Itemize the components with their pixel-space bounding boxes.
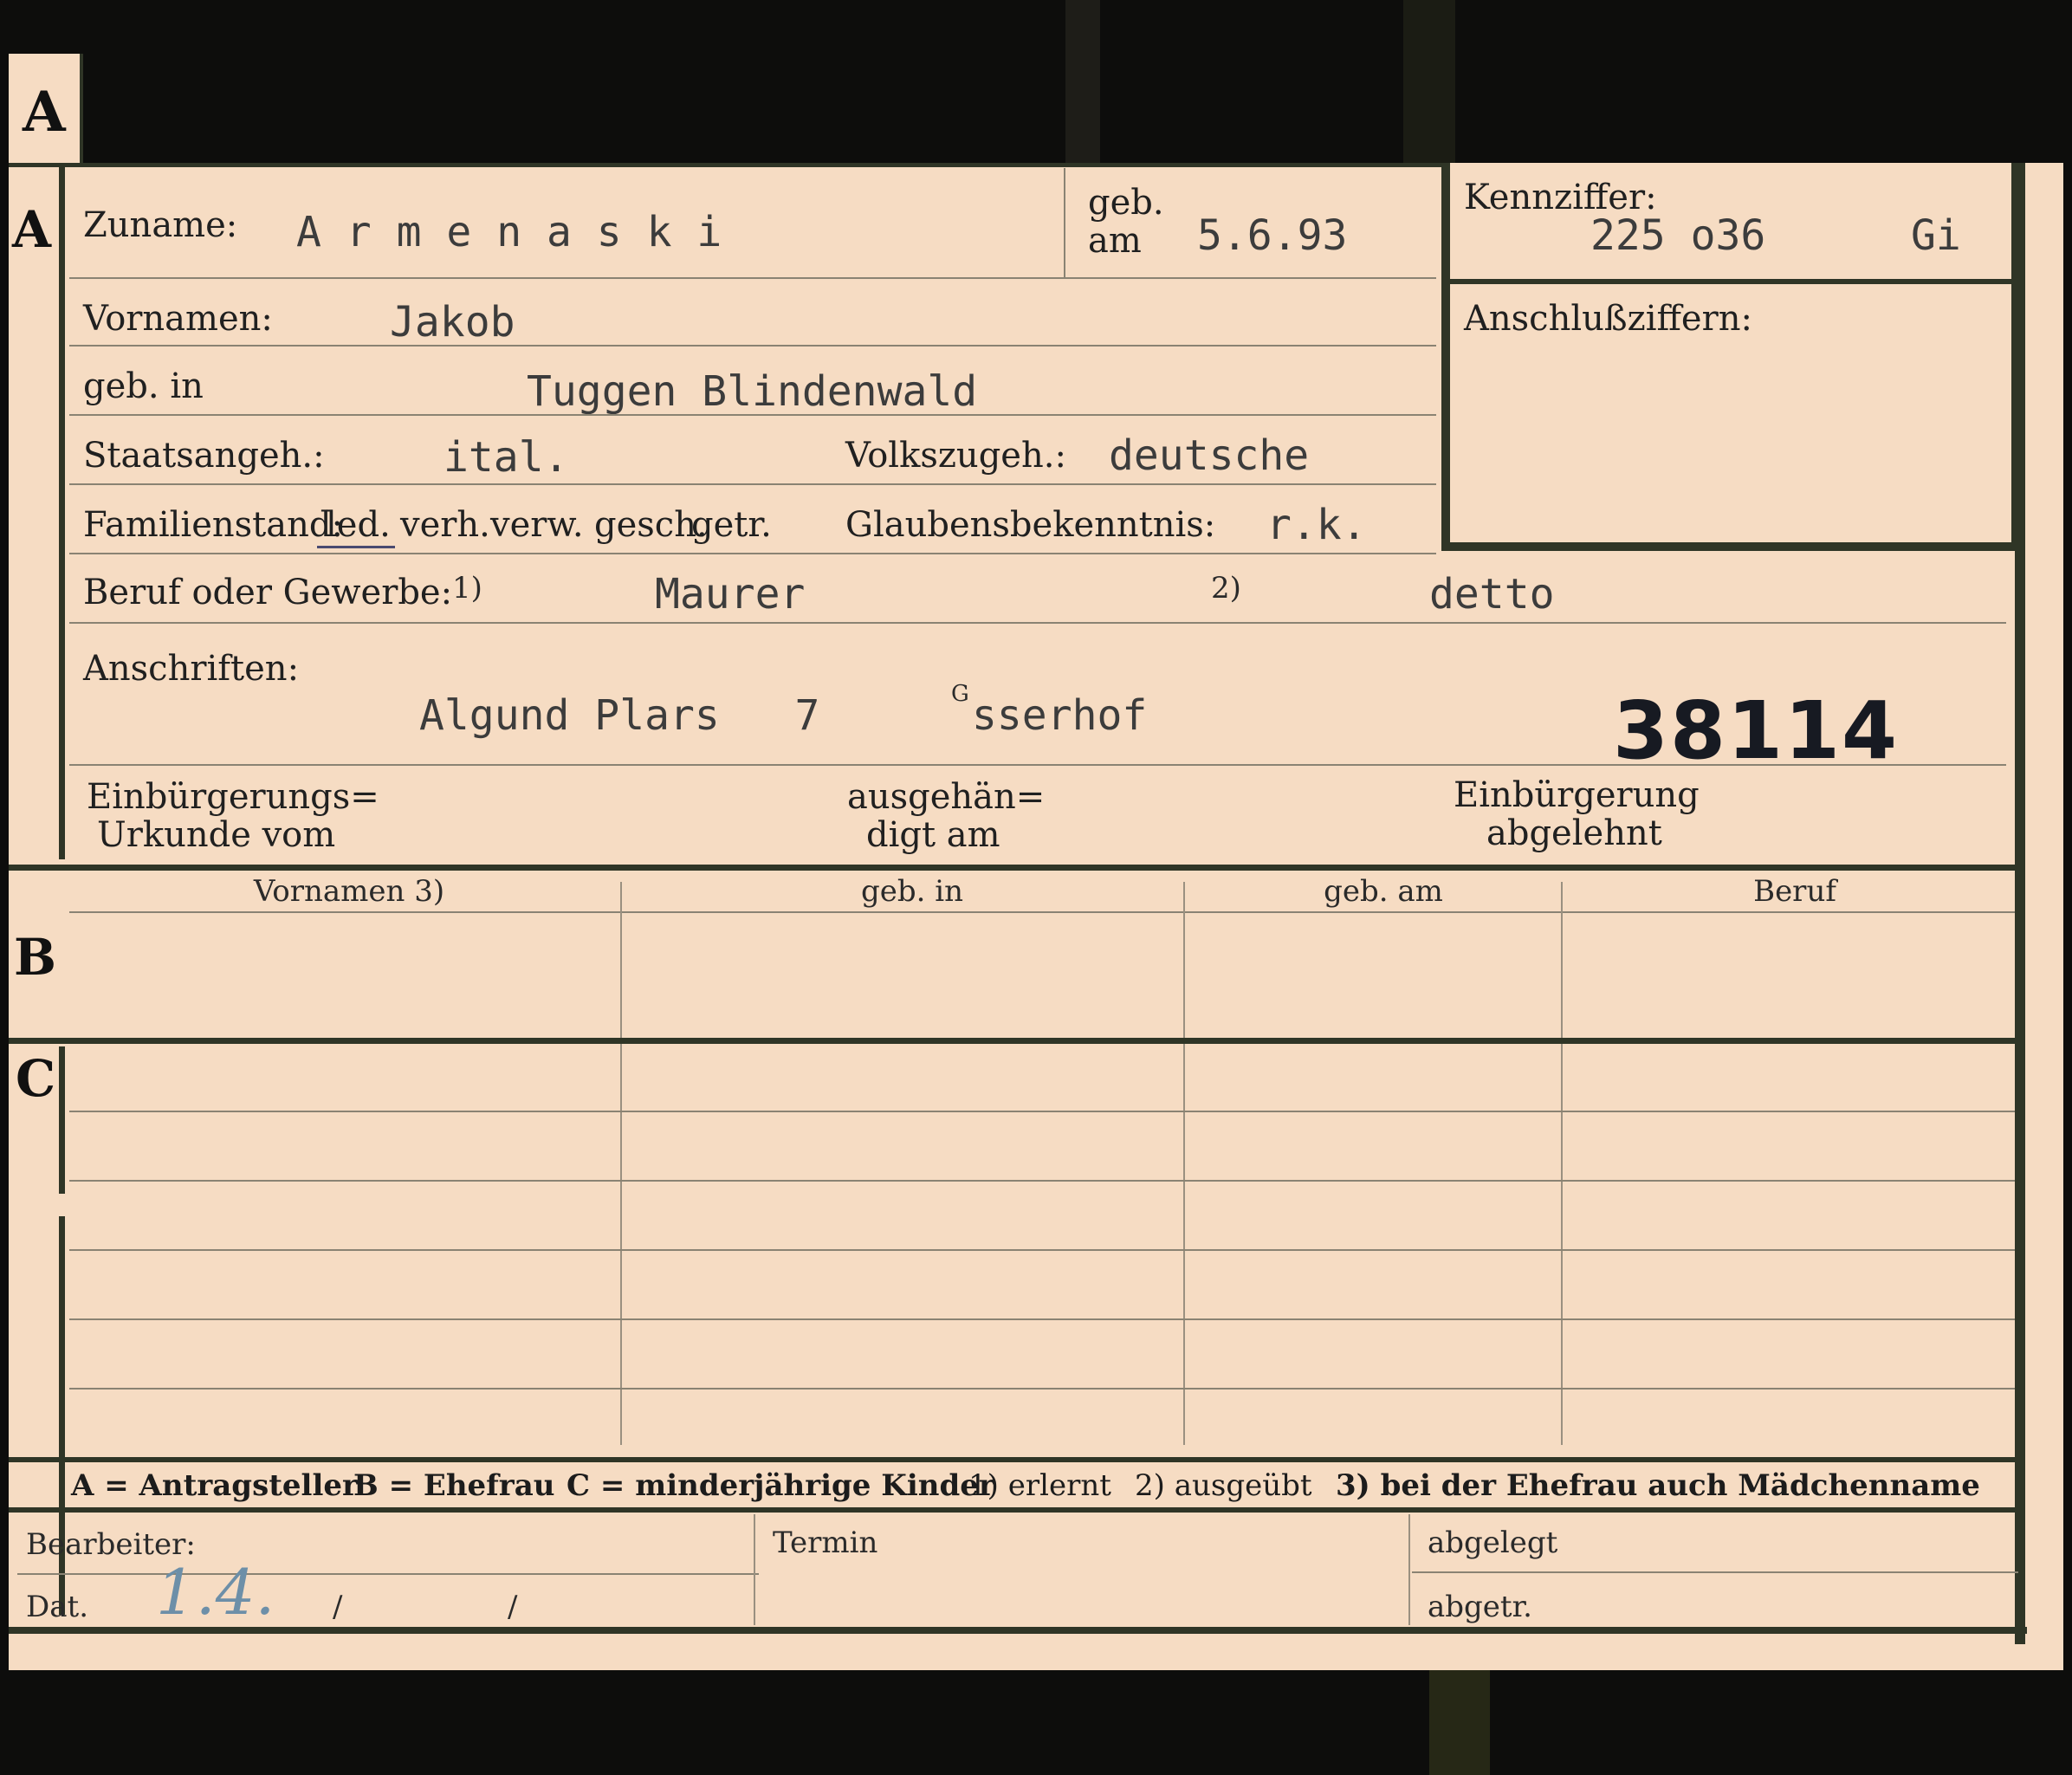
- section-c-rule-4: [69, 1318, 2015, 1320]
- row-rule-4: [69, 483, 1436, 485]
- marital-selected-underline: [317, 546, 395, 548]
- tab-letter: A: [23, 80, 66, 145]
- legend-note-learned: 1) erlernt: [968, 1468, 1111, 1503]
- column-header-birthplace: geb. in: [860, 874, 964, 909]
- section-a-letter: A: [12, 200, 52, 259]
- section-c-rule-2: [69, 1180, 2015, 1182]
- filed-label: abgelegt: [1428, 1526, 1558, 1560]
- column-header-birth-date: geb. am: [1324, 874, 1443, 909]
- section-b-header-rule: [69, 911, 2015, 913]
- row-rule-1: [69, 277, 1436, 279]
- column-header-first-names: Vornamen 3): [253, 874, 445, 909]
- first-names-value: Jakob: [390, 298, 515, 347]
- section-c-letter: C: [16, 1049, 56, 1108]
- code-value: 225 o36: [1590, 211, 1766, 260]
- religion-label: Glaubensbekenntnis:: [845, 505, 1216, 545]
- row-rule-3: [69, 414, 1436, 416]
- date-label: Dat.: [26, 1590, 89, 1624]
- address-value: Algund Plars 7: [419, 691, 820, 740]
- section-c-col-divider-2: [1183, 1046, 1185, 1445]
- legend-wife: B = Ehefrau: [353, 1468, 555, 1503]
- code-suffix: Gi: [1911, 211, 1961, 260]
- section-c-col-divider-3: [1561, 1046, 1563, 1445]
- handed-over-label-1: ausgehän=: [847, 777, 1046, 817]
- citizenship-value: ital.: [444, 433, 569, 482]
- closed-label: abgetr.: [1428, 1590, 1532, 1624]
- date-slash-1: /: [333, 1590, 343, 1624]
- naturalization-denied-label-1: Einbürgerung: [1454, 775, 1700, 815]
- deadline-label: Termin: [773, 1526, 878, 1560]
- birth-date-divider: [1064, 168, 1065, 277]
- ethnicity-label: Volkszugeh.:: [845, 436, 1066, 476]
- tab-edge: [80, 54, 83, 166]
- religion-value: r.k.: [1266, 501, 1367, 549]
- section-c-col-divider-1: [620, 1046, 622, 1445]
- legend-note-maiden-name: 3) bei der Ehefrau auch Mädchenname: [1336, 1468, 1980, 1503]
- link-codes-label: Anschlußziffern:: [1464, 299, 1752, 339]
- legend-top-rule: [9, 1457, 2017, 1462]
- row-rule-7: [69, 764, 2006, 766]
- column-header-occupation: Beruf: [1753, 874, 1836, 909]
- occupation-note-1: 1): [452, 571, 482, 606]
- occupation-note-2: 2): [1211, 571, 1241, 606]
- naturalization-cert-label-1: Einbürgerungs=: [87, 777, 379, 817]
- birth-date-value: 5.6.93: [1197, 211, 1348, 260]
- occupation-value-1: Maurer: [655, 570, 806, 619]
- address-extra-mark: G: [951, 681, 969, 707]
- code-label: Kennziffer:: [1464, 178, 1657, 217]
- legend-applicant: A = Antragsteller: [71, 1468, 358, 1503]
- birth-date-label-1: geb.: [1088, 183, 1164, 223]
- naturalization-denied-label-2: abgelehnt: [1486, 813, 1662, 853]
- marital-status-label: Familienstand:: [83, 505, 343, 545]
- clerk-label: Bearbeiter:: [26, 1527, 196, 1562]
- footer-divider-1: [754, 1514, 755, 1625]
- surname-value: A r m e n a s k i: [296, 208, 722, 256]
- id-box-divider: [1450, 279, 2013, 284]
- marital-option-separated: getr.: [691, 505, 772, 545]
- handed-over-label-2: digt am: [866, 815, 1000, 855]
- marital-option-single: led.: [326, 505, 391, 545]
- footer-rule-left: [17, 1573, 759, 1575]
- naturalization-cert-label-2: Urkunde vom: [97, 815, 336, 855]
- section-c-rule-1: [69, 1111, 2015, 1112]
- file-number-stamp: 38114: [1613, 684, 1900, 777]
- legend-bottom-rule: [9, 1507, 2017, 1513]
- row-rule-5: [69, 553, 1436, 554]
- date-handwritten: 1.4.: [156, 1556, 275, 1629]
- legend-note-practiced: 2) ausgeübt: [1135, 1468, 1312, 1503]
- ethnicity-value: deutsche: [1109, 431, 1310, 480]
- birthplace-label: geb. in: [83, 366, 204, 406]
- address-extra: sserhof: [972, 691, 1148, 740]
- addresses-label: Anschriften:: [83, 649, 300, 689]
- spine-line-b: [59, 1046, 65, 1194]
- section-b-top-rule: [9, 865, 2017, 871]
- first-names-label: Vornamen:: [83, 299, 273, 339]
- marital-option-widowed: verw.: [490, 505, 584, 545]
- spine-line-a: [59, 166, 65, 859]
- occupation-label: Beruf oder Gewerbe:: [83, 573, 453, 612]
- row-rule-2: [69, 345, 1436, 347]
- card-bottom-rule: [9, 1627, 2027, 1634]
- film-strip-top: [1065, 0, 1100, 163]
- legend-children: C = minderjährige Kinder: [567, 1468, 994, 1503]
- registration-card: A B C Zuname: A r m e n a s k i geb. am …: [9, 163, 2063, 1670]
- marital-option-married: verh.: [400, 505, 490, 545]
- surname-label: Zuname:: [83, 205, 238, 245]
- citizenship-label: Staatsangeh.:: [83, 436, 325, 476]
- section-c-rule-5: [69, 1388, 2015, 1390]
- row-rule-6: [69, 622, 2006, 624]
- occupation-value-2: detto: [1429, 570, 1555, 619]
- film-strip-bottom: [1429, 1670, 1490, 1775]
- film-strip-top-2: [1403, 0, 1455, 163]
- card-tab: A: [9, 54, 83, 166]
- section-c-top-rule: [9, 1038, 2017, 1044]
- footer-rule-right: [1412, 1571, 2018, 1573]
- section-c-rule-3: [69, 1249, 2015, 1251]
- section-b-letter: B: [14, 928, 57, 987]
- id-box: Kennziffer: 225 o36 Gi Anschlußziffern:: [1441, 163, 2020, 551]
- birth-date-label-2: am: [1088, 221, 1142, 261]
- birthplace-value: Tuggen Blindenwald: [527, 367, 978, 416]
- date-slash-2: /: [508, 1590, 518, 1624]
- footer-divider-2: [1408, 1514, 1410, 1625]
